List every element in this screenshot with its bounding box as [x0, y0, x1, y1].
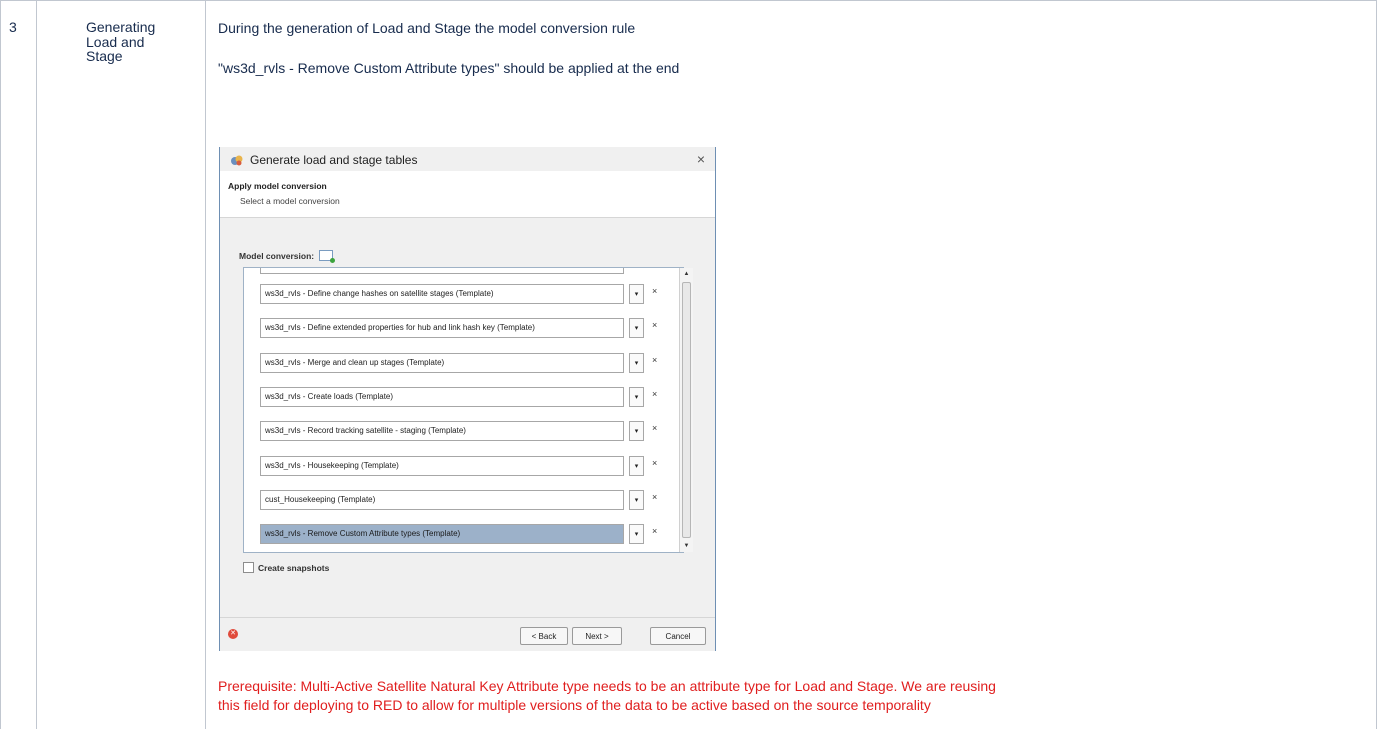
table-top-border [0, 0, 1377, 1]
remove-conversion-icon[interactable]: × [652, 458, 657, 468]
conversion-select[interactable]: cust_Housekeeping (Template) [260, 489, 624, 510]
conversion-list-scrollbar[interactable]: ▲ ▼ [679, 268, 693, 552]
header-subtitle: Select a model conversion [240, 196, 340, 206]
chevron-down-icon[interactable]: ▾ [629, 421, 644, 442]
description-line2: "ws3d_rvls - Remove Custom Attribute typ… [218, 60, 680, 76]
scroll-down-icon[interactable]: ▼ [680, 540, 693, 552]
dialog-title-bar: Generate load and stage tables [230, 153, 417, 167]
remove-conversion-icon[interactable]: × [652, 492, 657, 502]
scroll-up-icon[interactable]: ▲ [680, 268, 693, 280]
table-border-left [0, 0, 1, 729]
close-icon[interactable]: × [697, 151, 705, 167]
header-divider [220, 217, 715, 218]
prerequisite-line1: Prerequisite: Multi-Active Satellite Nat… [218, 678, 996, 694]
chevron-down-icon[interactable]: ▾ [629, 455, 644, 476]
chevron-down-icon[interactable]: ▾ [629, 386, 644, 407]
chevron-down-icon[interactable]: ▾ [629, 524, 644, 545]
remove-conversion-icon[interactable]: × [652, 286, 657, 296]
chevron-down-icon[interactable]: ▾ [629, 489, 644, 510]
header-title: Apply model conversion [228, 181, 327, 191]
row-number: 3 [9, 19, 17, 35]
remove-conversion-icon[interactable]: × [652, 423, 657, 433]
col-divider-2 [205, 0, 206, 729]
chevron-down-icon[interactable]: ▾ [629, 352, 644, 373]
conversion-row: ws3d_rvls - Define change hashes on sate… [248, 280, 680, 314]
conversion-select[interactable]: ws3d_rvls - Define change hashes on sate… [260, 284, 624, 304]
chevron-down-icon[interactable]: ▾ [629, 284, 644, 304]
error-icon: ✕ [228, 629, 238, 639]
conversion-select[interactable]: ws3d_rvls - Merge and clean up stages (T… [260, 352, 624, 373]
conversion-select[interactable]: ws3d_rvls - Define extended properties f… [260, 318, 624, 339]
scroll-thumb[interactable] [682, 282, 691, 538]
conversion-row: cust_Housekeeping (Template) ▾ × [248, 486, 680, 520]
footer-divider [220, 617, 715, 618]
col-divider-1 [36, 0, 37, 729]
conversion-row: ws3d_rvls - Remove Custom Attribute type… [248, 520, 680, 552]
conversion-row: ws3d_rvls - Create loads (Template) ▾ × [248, 383, 680, 417]
conversion-row: ws3d_rvls - Housekeeping (Template) ▾ × [248, 452, 680, 486]
conversion-row: ws3d_rvls - Record tracking satellite - … [248, 417, 680, 451]
dialog-title: Generate load and stage tables [250, 153, 418, 167]
remove-conversion-icon[interactable]: × [652, 526, 657, 536]
model-conversion-label-text: Model conversion: [239, 250, 315, 261]
remove-conversion-icon[interactable]: × [652, 355, 657, 365]
next-button[interactable]: Next > [572, 627, 622, 645]
create-snapshots-option[interactable]: Create snapshots [243, 562, 329, 573]
create-snapshots-label: Create snapshots [258, 562, 330, 573]
description-line1: During the generation of Load and Stage … [218, 20, 636, 36]
step-name-line3: Stage [86, 48, 123, 64]
back-button[interactable]: < Back [520, 627, 568, 645]
add-conversion-icon[interactable] [319, 250, 336, 263]
model-conversion-label: Model conversion: [239, 250, 336, 263]
step-name-line1: Generating [86, 19, 156, 35]
conversion-row: ws3d_rvls - Define extended properties f… [248, 314, 680, 348]
generate-dialog-screenshot: Generate load and stage tables × Apply m… [219, 147, 716, 651]
list-partial-row [260, 268, 624, 274]
create-snapshots-checkbox[interactable] [243, 562, 254, 573]
remove-conversion-icon[interactable]: × [652, 389, 657, 399]
conversion-select[interactable]: ws3d_rvls - Housekeeping (Template) [260, 455, 624, 476]
chevron-down-icon[interactable]: ▾ [629, 318, 644, 339]
dialog-header: Apply model conversion Select a model co… [220, 171, 715, 217]
conversion-select[interactable]: ws3d_rvls - Remove Custom Attribute type… [260, 524, 624, 545]
remove-conversion-icon[interactable]: × [652, 320, 657, 330]
cancel-button[interactable]: Cancel [650, 627, 706, 645]
conversion-select[interactable]: ws3d_rvls - Create loads (Template) [260, 386, 624, 407]
conversion-select[interactable]: ws3d_rvls - Record tracking satellite - … [260, 421, 624, 442]
prerequisite-line2: this field for deploying to RED to allow… [218, 697, 931, 713]
conversion-row: ws3d_rvls - Merge and clean up stages (T… [248, 349, 680, 383]
conversion-list[interactable]: ws3d_rvls - Define change hashes on sate… [243, 267, 684, 553]
app-icon [230, 153, 244, 167]
